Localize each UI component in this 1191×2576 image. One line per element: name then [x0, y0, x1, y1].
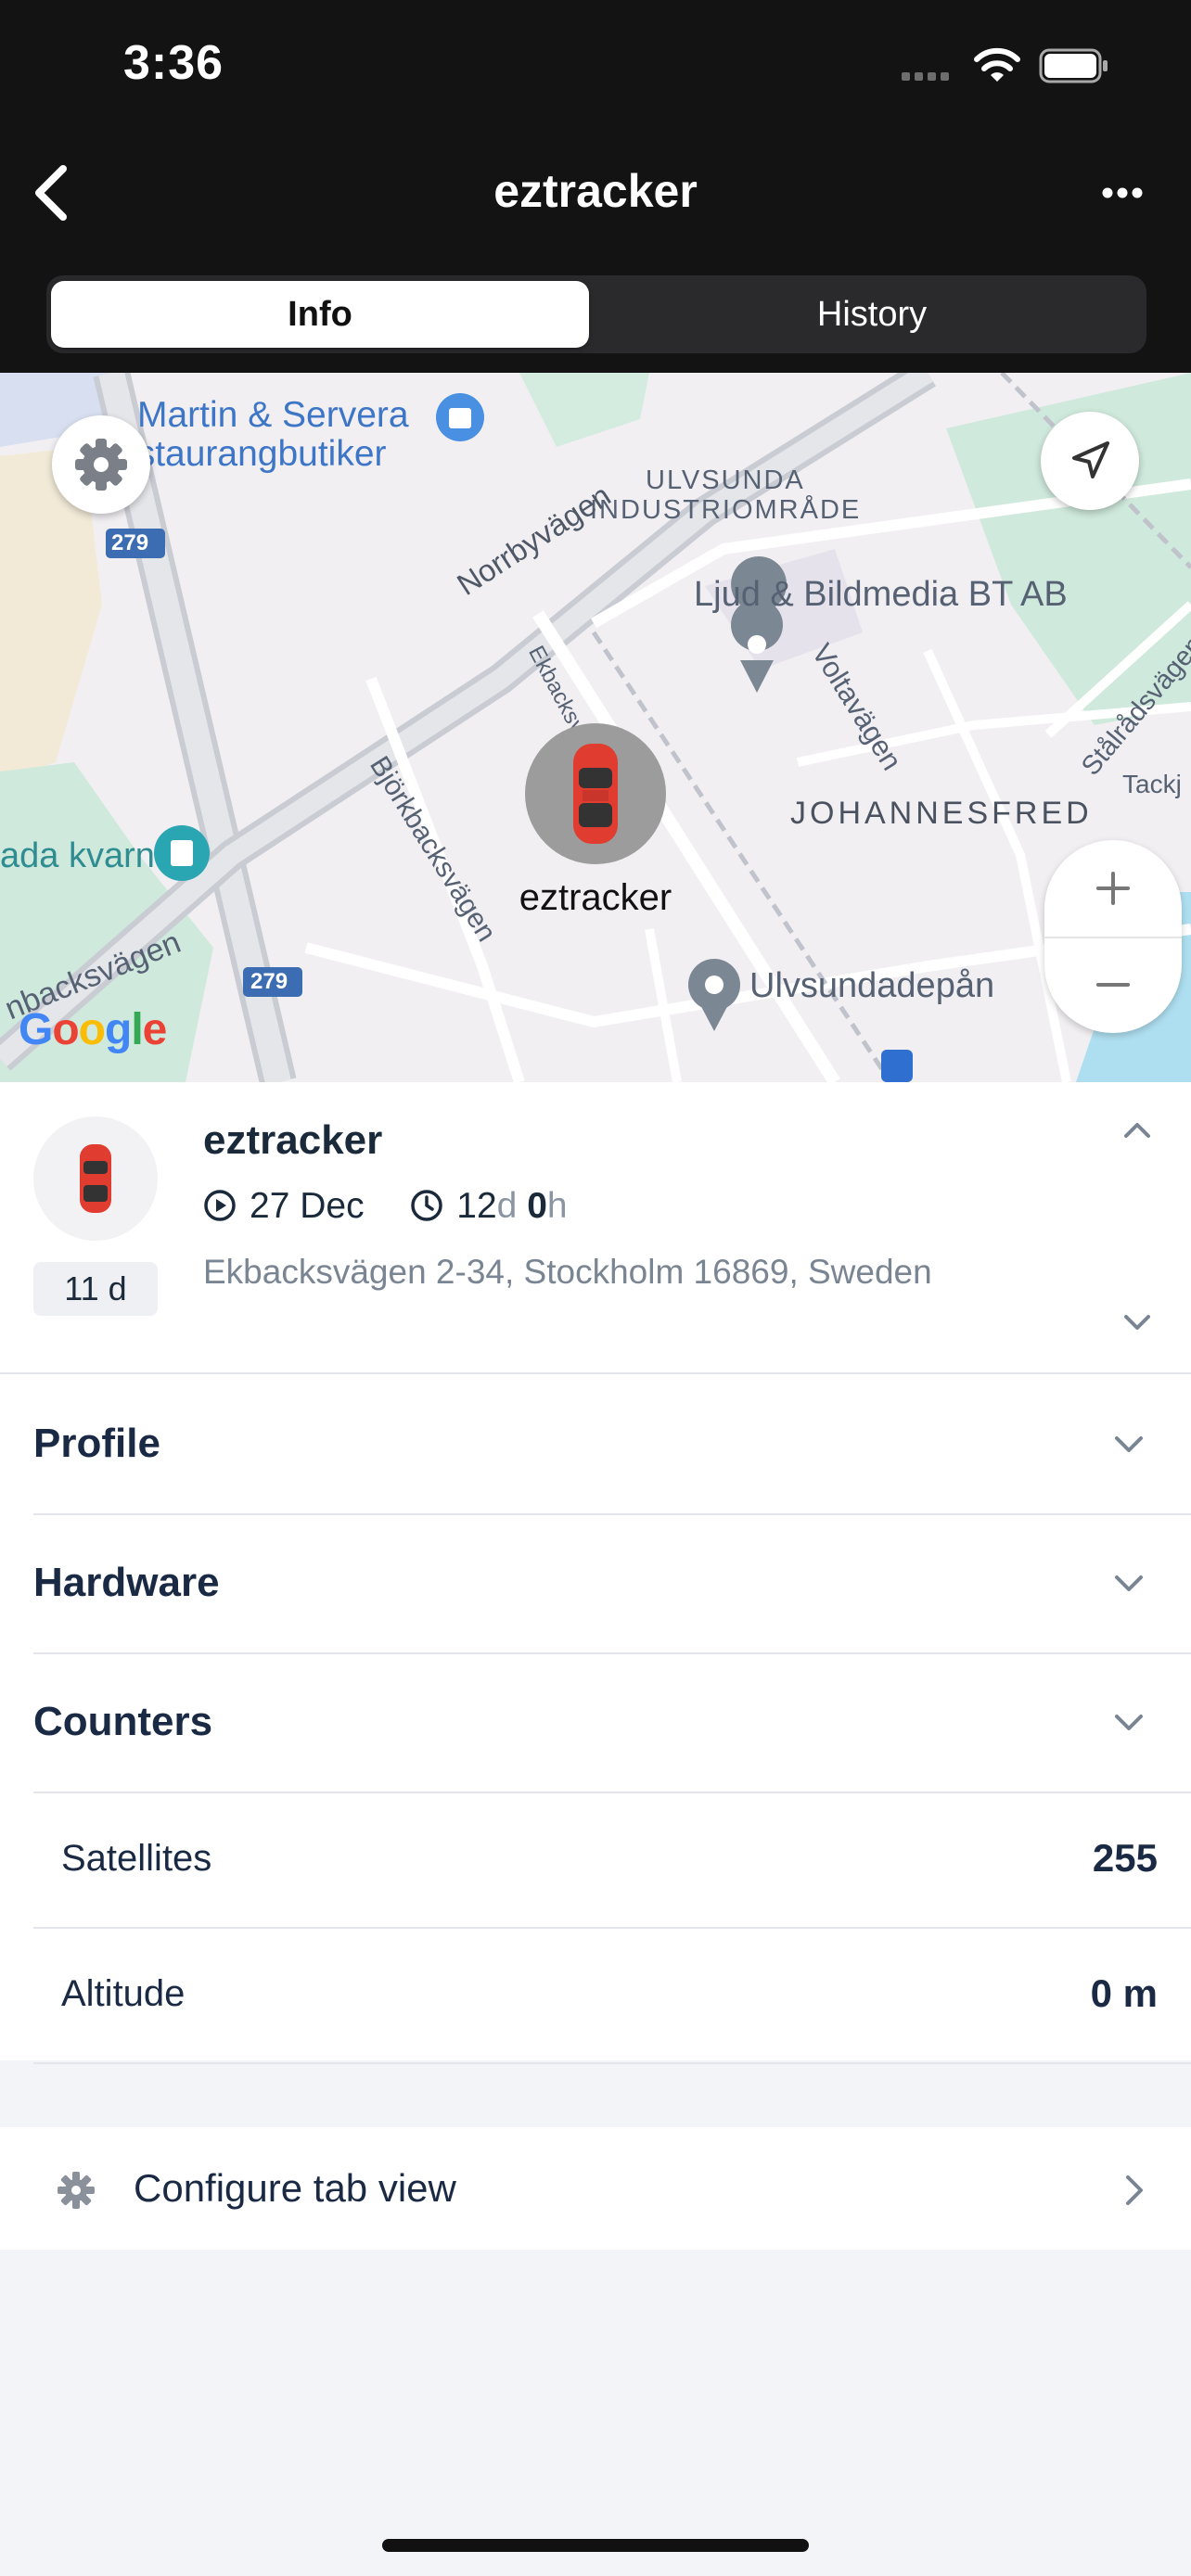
- map-label-kvarn: ada kvarn: [0, 836, 155, 875]
- cellular-signal-icon: [902, 72, 957, 82]
- zoom-in-button[interactable]: [1044, 840, 1182, 938]
- section-title: Hardware: [33, 1560, 220, 1605]
- counter-row-satellites: Satellites 255: [33, 1792, 1191, 1929]
- section-counters[interactable]: Counters: [33, 1652, 1191, 1793]
- map-label-ulvsunda1: ULVSUNDA: [646, 465, 805, 495]
- section-title: Profile: [33, 1421, 160, 1466]
- chevron-down-icon: [1115, 1436, 1143, 1452]
- map-view[interactable]: Martin & Servera estaurangbutiker ULVSUN…: [0, 373, 1191, 1082]
- expand-chevron-down-icon[interactable]: [1119, 1309, 1156, 1335]
- counter-row-altitude: Altitude 0 m: [33, 1927, 1191, 2064]
- tab-segmented-control: Info History: [46, 275, 1146, 353]
- clock-icon: [411, 1190, 443, 1221]
- device-summary-card[interactable]: 11 d eztracker 27 Dec 12d 0h Ekbacksväge…: [0, 1082, 1191, 1374]
- map-label-johannes: JOHANNESFRED: [790, 796, 1093, 831]
- duration-hours-unit: h: [546, 1186, 568, 1226]
- route-shield-label: 279: [111, 530, 149, 555]
- google-logo: Google: [19, 1005, 167, 1054]
- play-circle-icon: [204, 1190, 236, 1221]
- counter-value: 0 m: [1090, 1971, 1158, 2015]
- map-label-depan: Ulvsundadepån: [749, 966, 995, 1005]
- map-label-martin1: Martin & Servera: [137, 395, 409, 435]
- car-icon: [80, 1144, 111, 1213]
- section-hardware[interactable]: Hardware: [33, 1513, 1191, 1654]
- details-sections: Profile Hardware Counters Satellites 255…: [0, 1374, 1191, 2064]
- age-badge: 11 d: [33, 1262, 158, 1316]
- more-options-button[interactable]: [1095, 176, 1150, 210]
- header: 3:36 eztracker Info History: [0, 0, 1191, 373]
- app-root: 3:36 eztracker Info History Martin & Ser…: [0, 0, 1191, 2576]
- map-label-martin2: estaurangbutiker: [117, 434, 387, 474]
- device-meta: 27 Dec 12d 0h: [203, 1186, 568, 1227]
- device-address: Ekbacksvägen 2-34, Stockholm 16869, Swed…: [203, 1253, 932, 1291]
- map-label-ulvsunda2: INDUSTRIOMRÅDE: [590, 495, 862, 525]
- zoom-control: [1044, 840, 1182, 1033]
- tab-history[interactable]: History: [603, 281, 1141, 348]
- status-time: 3:36: [123, 36, 224, 90]
- duration-days: 12: [456, 1186, 497, 1226]
- configure-tab-view-row[interactable]: Configure tab view: [0, 2127, 1191, 2250]
- gear-icon: [75, 439, 127, 491]
- chevron-down-icon: [1115, 1715, 1143, 1730]
- duration-days-unit: d: [496, 1186, 518, 1226]
- section-profile[interactable]: Profile: [33, 1374, 1191, 1515]
- battery-icon: [1039, 48, 1108, 83]
- vehicle-marker[interactable]: [525, 723, 666, 864]
- gear-icon: [58, 2172, 95, 2209]
- tab-info[interactable]: Info: [51, 281, 589, 348]
- map-label-tackj: Tackj: [1122, 770, 1182, 798]
- page-title: eztracker: [493, 165, 698, 217]
- device-avatar: [33, 1116, 158, 1241]
- duration-hours: 0: [527, 1186, 547, 1226]
- map-label-ljud: Ljud & Bildmedia BT AB: [694, 575, 1068, 614]
- configure-label: Configure tab view: [134, 2166, 456, 2210]
- wifi-icon: [974, 47, 1020, 82]
- vehicle-marker-label: eztracker: [519, 877, 672, 918]
- chevron-down-icon: [1115, 1575, 1143, 1591]
- counter-value: 255: [1092, 1836, 1158, 1880]
- device-date: 27 Dec: [250, 1186, 365, 1226]
- chevron-right-icon: [1126, 2175, 1143, 2205]
- counter-key: Altitude: [61, 1973, 186, 2014]
- route-shield-label: 279: [250, 969, 288, 994]
- home-indicator[interactable]: [382, 2539, 809, 2552]
- car-icon: [573, 744, 618, 844]
- navigation-arrow-icon: [1072, 441, 1109, 478]
- device-name: eztracker: [203, 1117, 383, 1163]
- map-settings-button[interactable]: [52, 415, 150, 514]
- zoom-out-button[interactable]: [1044, 937, 1182, 1033]
- collapse-chevron-up-icon[interactable]: [1119, 1117, 1156, 1143]
- section-title: Counters: [33, 1699, 213, 1744]
- counter-key: Satellites: [61, 1838, 212, 1879]
- locate-me-button[interactable]: [1041, 412, 1139, 510]
